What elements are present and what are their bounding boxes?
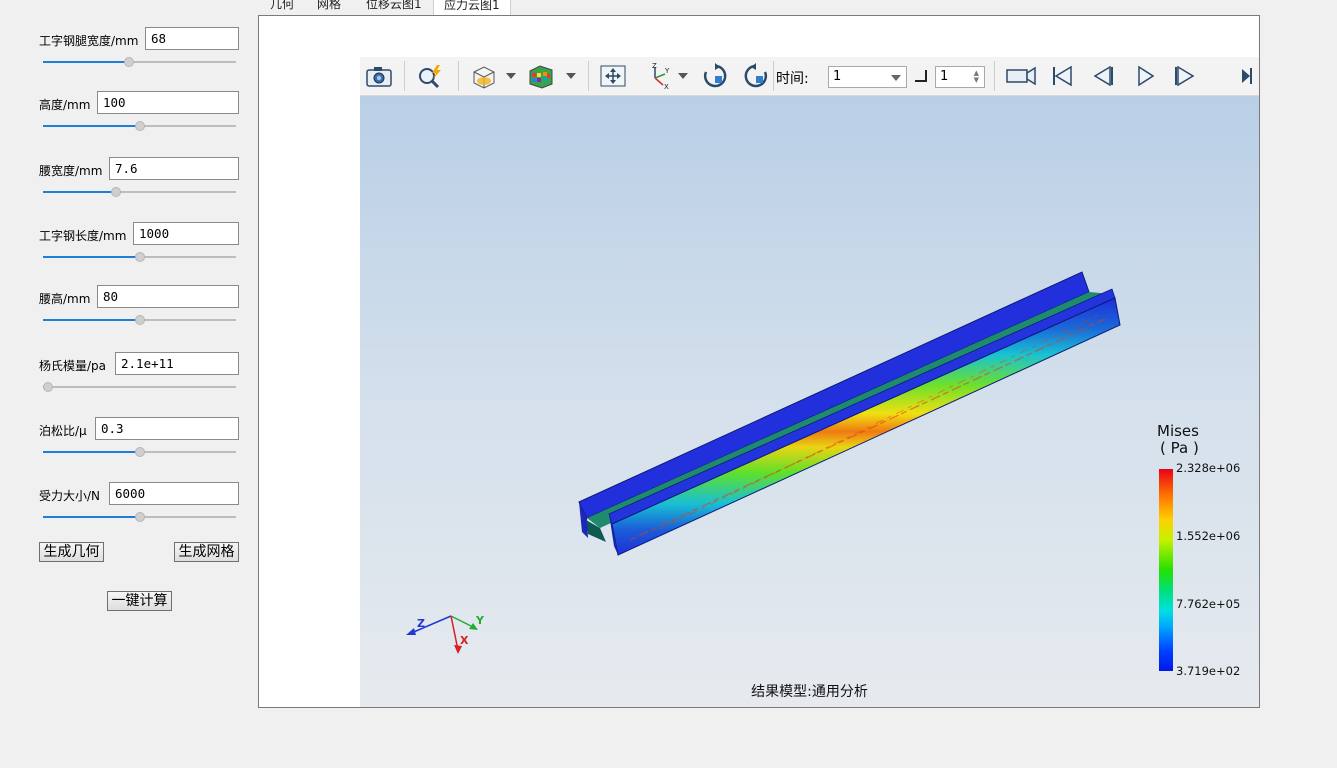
fit-view-icon[interactable] [598,62,628,90]
legend-title-unit: ( Pa ) [1160,439,1199,457]
legend-tick-min: 3.719e+02 [1176,664,1241,678]
height-slider[interactable] [43,121,236,131]
last-frame-icon[interactable] [1234,62,1256,90]
next-frame-icon[interactable] [1170,62,1200,90]
play-icon[interactable] [1130,62,1160,90]
triad-y-label: Y [475,614,485,627]
i-beam-stress-plot: Z Y X [406,271,1121,654]
web-width-input[interactable]: 7.6 [109,157,239,180]
camera-icon[interactable] [364,62,394,90]
param-label-beam-length: 工字钢长度/mm [39,229,127,243]
slider-thumb[interactable] [135,121,145,131]
rotate-cw-icon[interactable] [700,62,730,90]
tab-displacement-contour[interactable]: 位移云图1 [356,0,432,16]
youngs-modulus-slider[interactable] [43,382,236,392]
poisson-ratio-input[interactable]: 0.3 [95,417,239,440]
step-spinbox-value: 1 [940,69,949,84]
legend-title: Mises ( Pa ) [1157,423,1199,457]
prev-frame-icon[interactable] [1088,62,1118,90]
flange-width-input[interactable]: 68 [145,27,239,50]
slider-thumb[interactable] [135,447,145,457]
param-label-height: 高度/mm [39,98,91,112]
legend-tick-2: 1.552e+06 [1176,529,1241,543]
time-select[interactable]: 1 [828,66,907,88]
triad-x-label: X [460,634,469,647]
time-select-value: 1 [833,69,842,84]
first-frame-icon[interactable] [1047,62,1077,90]
slider-thumb[interactable] [135,315,145,325]
svg-text:X: X [664,83,669,90]
slider-thumb[interactable] [124,57,134,67]
legend-color-bar [1159,469,1173,671]
slider-thumb[interactable] [135,512,145,522]
record-camera-icon[interactable] [1005,62,1036,90]
flange-width-slider[interactable] [43,57,236,67]
generate-mesh-button[interactable]: 生成网格 [174,542,239,562]
color-cube-icon[interactable] [526,62,556,90]
param-label-web-width: 腰宽度/mm [39,164,103,178]
force-input[interactable]: 6000 [109,482,239,505]
generate-geometry-button[interactable]: 生成几何 [39,542,104,562]
height-input[interactable]: 100 [97,91,239,114]
zoom-lightning-icon[interactable] [415,62,445,90]
param-label-web-height: 腰高/mm [39,292,91,306]
triad-z-label: Z [417,617,425,630]
tab-stress-contour[interactable]: 应力云图1 [433,0,511,16]
view-cube-icon[interactable] [468,62,498,90]
slider-thumb[interactable] [111,187,121,197]
youngs-modulus-input[interactable]: 2.1e+11 [115,352,239,375]
svg-text:Y: Y [664,67,670,75]
step-corner-icon [915,70,927,82]
tab-geometry[interactable]: 几何 [260,0,304,16]
rotate-ccw-icon[interactable] [741,62,771,90]
param-label-poisson-ratio: 泊松比/μ [39,424,87,438]
legend-title-quantity: Mises [1157,422,1199,440]
legend-tick-max: 2.328e+06 [1176,461,1241,475]
param-label-flange-width: 工字钢腿宽度/mm [39,34,139,48]
step-spinbox[interactable]: 1 ▲ ▼ [935,66,985,88]
web-width-slider[interactable] [43,187,236,197]
beam-length-input[interactable]: 1000 [133,222,239,245]
beam-length-slider[interactable] [43,252,236,262]
param-label-youngs-modulus: 杨氏模量/pa [39,359,107,373]
slider-thumb[interactable] [43,382,53,392]
force-slider[interactable] [43,512,236,522]
viewer-toolbar: ZY X 时间: 1 1 ▲ ▼ [360,57,1259,96]
axes-icon[interactable]: ZY X [643,62,673,91]
legend-tick-3: 7.762e+05 [1176,597,1241,611]
compute-button[interactable]: 一键计算 [107,591,172,611]
param-label-force: 受力大小/N [39,489,101,503]
render-viewport[interactable]: Z Y X [360,96,1259,707]
poisson-ratio-slider[interactable] [43,447,236,457]
time-label: 时间: [776,71,809,87]
web-height-slider[interactable] [43,315,236,325]
slider-thumb[interactable] [135,252,145,262]
result-model-label: 结果模型:通用分析 [751,684,868,700]
svg-text:Z: Z [652,62,657,70]
web-height-input[interactable]: 80 [97,285,239,308]
tab-mesh[interactable]: 网格 [307,0,351,16]
